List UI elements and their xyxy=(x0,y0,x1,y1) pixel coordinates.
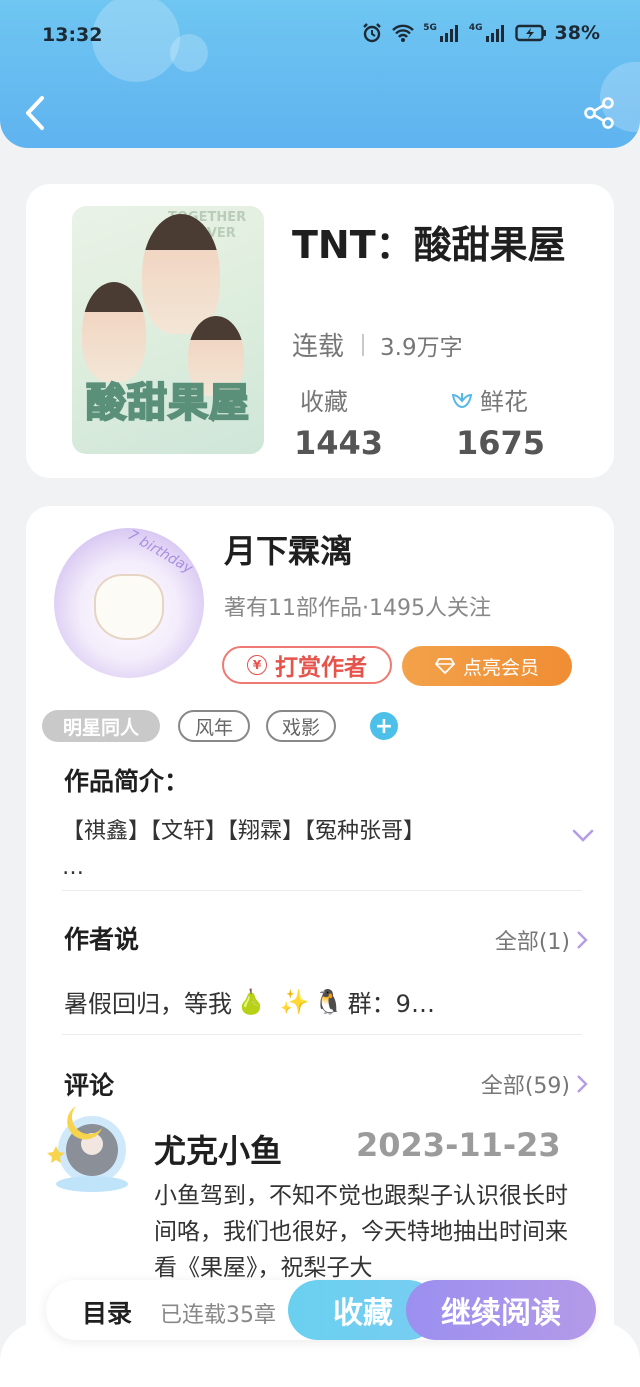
book-title: TNT：酸甜果屋 xyxy=(292,223,566,267)
chevron-right-icon xyxy=(577,1075,588,1093)
meta-divider xyxy=(362,333,365,356)
comment-date: 2023-11-23 xyxy=(356,1126,561,1164)
vip-button[interactable]: 点亮会员 xyxy=(402,646,572,686)
back-button[interactable] xyxy=(20,94,52,132)
share-button[interactable] xyxy=(582,96,616,130)
network-5g-label: 5G xyxy=(423,23,437,33)
comments-all-link[interactable]: 全部(59) xyxy=(481,1068,588,1100)
penguin-emoji: 🐧 xyxy=(313,987,344,1016)
toc-button[interactable]: 目录 xyxy=(82,1294,132,1330)
tag[interactable]: 风年 xyxy=(178,710,250,742)
network-4g-label: 4G xyxy=(468,23,483,33)
avatar-badge-text: 7 birthday xyxy=(124,527,196,577)
signal-icon xyxy=(485,25,504,42)
avatar-character xyxy=(94,574,164,640)
author-says-all-label: 全部(1) xyxy=(494,930,570,955)
author-avatar[interactable]: 7 birthday xyxy=(54,527,204,678)
word-count: 3.9万字 xyxy=(380,334,463,361)
tag[interactable]: 戏影 xyxy=(266,710,336,742)
signal-icon xyxy=(439,25,458,42)
pear-emoji: 🍐 xyxy=(236,987,266,1016)
detail-card: 7 birthday 月下霖漓 著有11部作品·1495人关注 ¥ 打赏作者 点… xyxy=(26,506,614,1386)
favorites-label-text: 收藏 xyxy=(300,388,348,416)
share-icon xyxy=(584,97,614,129)
tip-author-button[interactable]: ¥ 打赏作者 xyxy=(222,646,392,684)
book-info-card: TOGETHER FOREVER 酸甜果屋 TNT：酸甜果屋 连载 3.9万字 … xyxy=(26,184,614,478)
wifi-icon xyxy=(392,24,415,42)
author-name[interactable]: 月下霖漓 xyxy=(224,526,352,572)
diamond-icon xyxy=(434,658,455,675)
cover-title: 酸甜果屋 xyxy=(85,379,250,427)
status-time: 13:32 xyxy=(42,24,103,46)
bottom-action-bar: 目录 已连载35章 收藏 继续阅读 xyxy=(46,1280,596,1340)
chapter-count: 已连载35章 xyxy=(160,1303,276,1328)
tip-author-label: 打赏作者 xyxy=(275,655,367,681)
flowers-count: 1675 xyxy=(456,424,546,462)
expand-intro-button[interactable] xyxy=(572,828,594,847)
flower-icon xyxy=(451,392,473,408)
yen-icon: ¥ xyxy=(247,655,267,675)
intro-text: 【祺鑫】【文轩】【翔霖】【冤种张哥】 … xyxy=(62,814,522,886)
status-icons: 5G 4G 38% xyxy=(361,22,600,44)
battery-icon xyxy=(514,24,546,42)
tag-primary[interactable]: 明星同人 xyxy=(42,710,160,742)
intro-title: 作品简介： xyxy=(64,767,190,796)
commenter-avatar[interactable] xyxy=(46,1098,138,1194)
continue-reading-button[interactable]: 继续阅读 xyxy=(406,1280,596,1340)
status-bar: 13:32 5G 4G 38% xyxy=(0,18,640,52)
comment-text: 小鱼驾到，不知不觉也跟梨子认识很长时间咯，我们也很好，今天特地抽出时间来看《果屋… xyxy=(154,1183,568,1281)
favorites-count: 1443 xyxy=(294,424,384,462)
chevron-right-icon xyxy=(577,931,588,949)
intro-text-line: 【祺鑫】【文轩】【翔霖】【冤种张哥】 xyxy=(62,819,426,844)
book-status: 连载 xyxy=(292,332,345,362)
author-summary: 著有11部作品·1495人关注 xyxy=(224,596,491,621)
author-says-line: 暑假回归，等我 xyxy=(64,990,232,1018)
vip-label: 点亮会员 xyxy=(462,656,539,679)
book-cover[interactable]: TOGETHER FOREVER 酸甜果屋 xyxy=(72,206,264,454)
book-meta: 连载 3.9万字 xyxy=(292,326,463,363)
divider xyxy=(62,890,582,891)
header: 13:32 5G 4G 38% xyxy=(0,0,640,148)
flowers-label: 鲜花 xyxy=(450,382,528,417)
chevron-left-icon xyxy=(26,96,44,130)
cover-figure xyxy=(142,214,220,334)
alarm-icon xyxy=(363,23,382,43)
divider xyxy=(62,1034,582,1035)
flowers-label-text: 鲜花 xyxy=(480,388,528,416)
cover-figure xyxy=(82,282,146,382)
chevron-down-icon xyxy=(572,829,594,842)
comments-all-label: 全部(59) xyxy=(480,1074,570,1099)
sparkles-emoji: ✨ xyxy=(279,987,310,1016)
author-says-title: 作者说 xyxy=(64,925,140,954)
add-tag-button[interactable]: + xyxy=(370,712,398,740)
intro-ellipsis: … xyxy=(62,855,84,880)
commenter-name[interactable]: 尤克小鱼 xyxy=(154,1126,282,1172)
battery-percent: 38% xyxy=(554,22,600,44)
author-says-text: 暑假回归，等我 🍐 ✨ 🐧 群：9… xyxy=(64,984,435,1019)
comments-title: 评论 xyxy=(64,1071,115,1100)
favorites-label: 收藏 xyxy=(300,382,348,417)
author-says-tail: 群：9… xyxy=(347,990,435,1018)
plus-icon: + xyxy=(374,713,394,739)
author-says-all-link[interactable]: 全部(1) xyxy=(495,924,588,956)
